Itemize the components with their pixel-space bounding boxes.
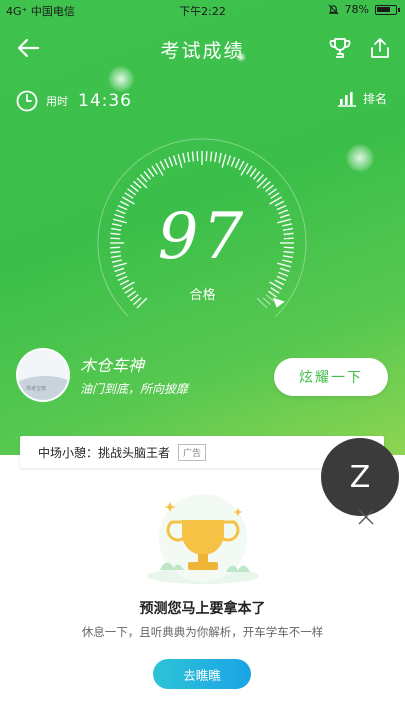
close-icon[interactable] <box>355 506 377 528</box>
gauge-tick <box>214 152 218 163</box>
gauge-tick <box>270 192 280 199</box>
battery-percent: 78% <box>344 3 369 16</box>
gauge-tick <box>267 188 277 196</box>
trophy-icon[interactable] <box>326 34 354 62</box>
gauge-tick <box>117 275 128 282</box>
mute-icon <box>328 4 339 15</box>
gauge-tick <box>276 275 287 282</box>
duration-value: 14:36 <box>78 91 132 111</box>
gauge-tick <box>226 155 232 166</box>
avatar[interactable]: 驾考宝典 <box>16 348 70 402</box>
ad-text: 中场小憩：挑战头脑王者 <box>38 445 171 460</box>
floating-badge[interactable]: Z <box>321 438 399 516</box>
rank-label: 排名 <box>362 92 387 106</box>
decorative-bubble <box>108 66 134 92</box>
gauge-tick <box>256 174 265 183</box>
gauge-tick <box>177 153 183 168</box>
duration-label: 用时 <box>46 95 68 108</box>
bar-chart-icon <box>337 91 356 107</box>
decorative-bubble <box>346 144 374 172</box>
gauge-tick <box>159 160 166 171</box>
gauge-tick <box>218 152 222 163</box>
clock-icon <box>16 90 38 112</box>
nav-bar: 考试成绩 <box>0 28 405 68</box>
share-icon[interactable] <box>366 34 394 62</box>
promo-title: 预测您马上要拿本了 <box>139 601 266 617</box>
gauge-tick <box>196 151 199 162</box>
avatar-caption: 驾考宝典 <box>26 386 47 392</box>
gauge-tick <box>205 151 208 162</box>
gauge-tick <box>230 156 236 167</box>
trophy-illustration-icon <box>147 494 259 584</box>
battery-icon <box>375 4 400 15</box>
gauge-tick <box>124 192 134 199</box>
user-name: 木仓车神 <box>80 356 145 375</box>
gauge-tick <box>133 180 142 189</box>
gauge-tick <box>147 168 155 178</box>
ad-tag: 广告 <box>178 443 207 461</box>
gauge-tick <box>151 165 158 175</box>
gauge-tick <box>253 171 261 180</box>
gauge-tick <box>191 151 195 162</box>
gauge-tick <box>182 152 186 163</box>
gauge-tick <box>265 184 274 192</box>
score-value: 97 <box>157 200 248 274</box>
pass-status: 合格 <box>189 288 216 303</box>
promo-subtitle: 休息一下，且听典典为你解析，开车学车不一样 <box>81 625 324 639</box>
gauge-tick <box>168 156 174 167</box>
gauge-tick <box>249 168 257 178</box>
gauge-tick <box>246 165 253 175</box>
user-motto: 油门到底，所向披靡 <box>80 382 189 396</box>
rank-link[interactable]: 排名 <box>337 90 387 107</box>
gauge-tick <box>143 171 151 180</box>
gauge-tick <box>209 151 213 162</box>
gauge-tick <box>172 155 178 166</box>
gauge-tick <box>238 160 245 171</box>
result-hero: 4G⁺ 中国电信 下午2:22 78% 考试成绩 用时 14:36 排名 97 … <box>0 0 405 455</box>
gauge-tick <box>262 180 271 189</box>
gauge-tick <box>127 188 137 196</box>
gauge-tick <box>130 184 139 192</box>
status-bar: 4G⁺ 中国电信 下午2:22 78% <box>0 0 405 20</box>
gauge-tick <box>234 158 241 169</box>
gauge-tick <box>163 158 170 169</box>
go-see-button[interactable]: 去瞧瞧 <box>153 659 251 689</box>
exam-duration: 用时 14:36 <box>16 90 132 112</box>
gauge-tick <box>221 153 227 168</box>
gauge-tick <box>186 152 190 163</box>
show-off-button[interactable]: 炫耀一下 <box>274 358 388 396</box>
gauge-tick <box>139 174 148 183</box>
